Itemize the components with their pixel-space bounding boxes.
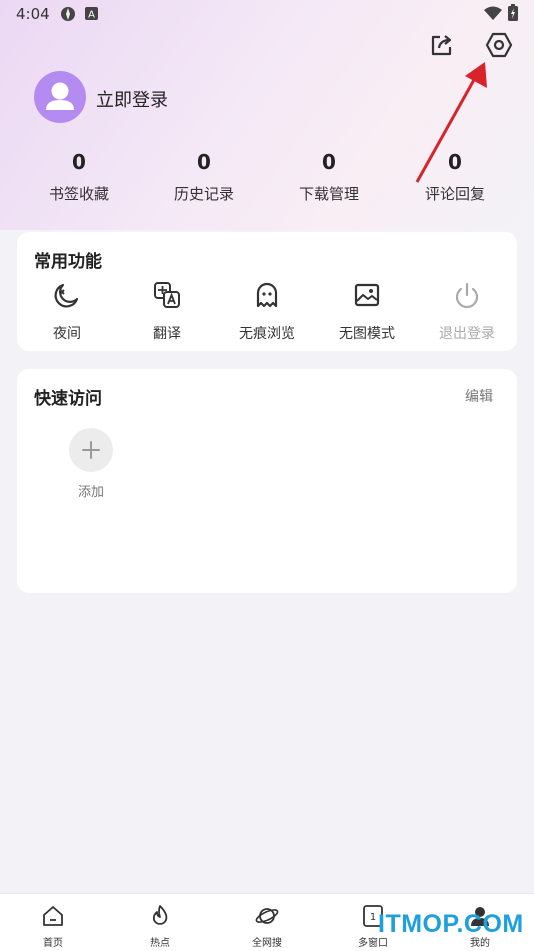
func-label: 无图模式 (339, 326, 395, 342)
no-image-icon (354, 283, 380, 307)
avatar[interactable] (34, 71, 86, 123)
add-shortcut-button[interactable] (69, 428, 113, 472)
user-avatar-icon (46, 82, 74, 110)
stat-label: 书签收藏 (48, 185, 109, 203)
quick-access-card: 快速访问 编辑 添加 (17, 369, 517, 593)
stat-bookmarks[interactable]: 0 书签收藏 (24, 150, 134, 204)
func-label: 翻译 (153, 326, 181, 342)
ghost-icon (256, 282, 278, 308)
nav-label: 首页 (43, 938, 63, 949)
func-translate[interactable]: 翻译 (117, 280, 217, 343)
svg-text:A: A (88, 10, 95, 21)
nav-home[interactable]: 首页 (18, 904, 88, 949)
add-shortcut-label: 添加 (77, 485, 104, 500)
watermark: ITMOP.COM (378, 910, 524, 938)
quick-access-title: 快速访问 (34, 389, 102, 409)
share-icon[interactable] (427, 30, 457, 60)
stat-label: 下载管理 (298, 185, 359, 203)
stat-value: 0 (197, 150, 211, 174)
status-time: 4:04 (16, 5, 50, 23)
func-label: 夜间 (53, 326, 81, 342)
settings-icon[interactable] (484, 30, 514, 60)
func-logout[interactable]: 退出登录 (417, 280, 517, 343)
stat-label: 历史记录 (173, 185, 234, 203)
a-notification-icon: A (85, 7, 98, 20)
stat-downloads[interactable]: 0 下载管理 (274, 150, 384, 204)
flame-icon (152, 905, 168, 925)
nav-search-all[interactable]: 全网搜 (232, 904, 302, 949)
svg-text:1: 1 (370, 912, 376, 923)
login-label[interactable]: 立即登录 (96, 86, 168, 112)
stat-value: 0 (322, 150, 336, 174)
stat-label: 评论回复 (424, 185, 485, 203)
plus-icon (82, 441, 100, 459)
common-functions-card: 常用功能 夜间 翻译 无痕浏览 无图模式 退出登录 (17, 232, 517, 351)
stat-history[interactable]: 0 历史记录 (149, 150, 259, 204)
stat-value: 0 (72, 150, 86, 174)
nav-hot[interactable]: 热点 (125, 904, 195, 949)
planet-icon (255, 908, 279, 924)
night-mode-icon (54, 283, 79, 308)
nav-label: 热点 (150, 938, 170, 949)
stat-value: 0 (448, 150, 462, 174)
app-notification-icon (61, 7, 75, 21)
edit-button[interactable]: 编辑 (465, 386, 493, 406)
nav-label: 全网搜 (252, 938, 282, 949)
power-icon (455, 282, 479, 309)
func-label: 无痕浏览 (239, 326, 295, 342)
wifi-icon (484, 6, 502, 20)
home-icon (43, 906, 63, 926)
translate-icon (154, 282, 180, 308)
func-no-image[interactable]: 无图模式 (317, 280, 417, 343)
status-bar: 4:04 A (0, 0, 534, 28)
func-label: 退出登录 (439, 326, 495, 342)
func-night-mode[interactable]: 夜间 (17, 280, 117, 343)
common-functions-title: 常用功能 (34, 252, 102, 272)
battery-icon (508, 4, 518, 21)
func-incognito[interactable]: 无痕浏览 (217, 280, 317, 343)
stat-comments[interactable]: 0 评论回复 (400, 150, 510, 204)
